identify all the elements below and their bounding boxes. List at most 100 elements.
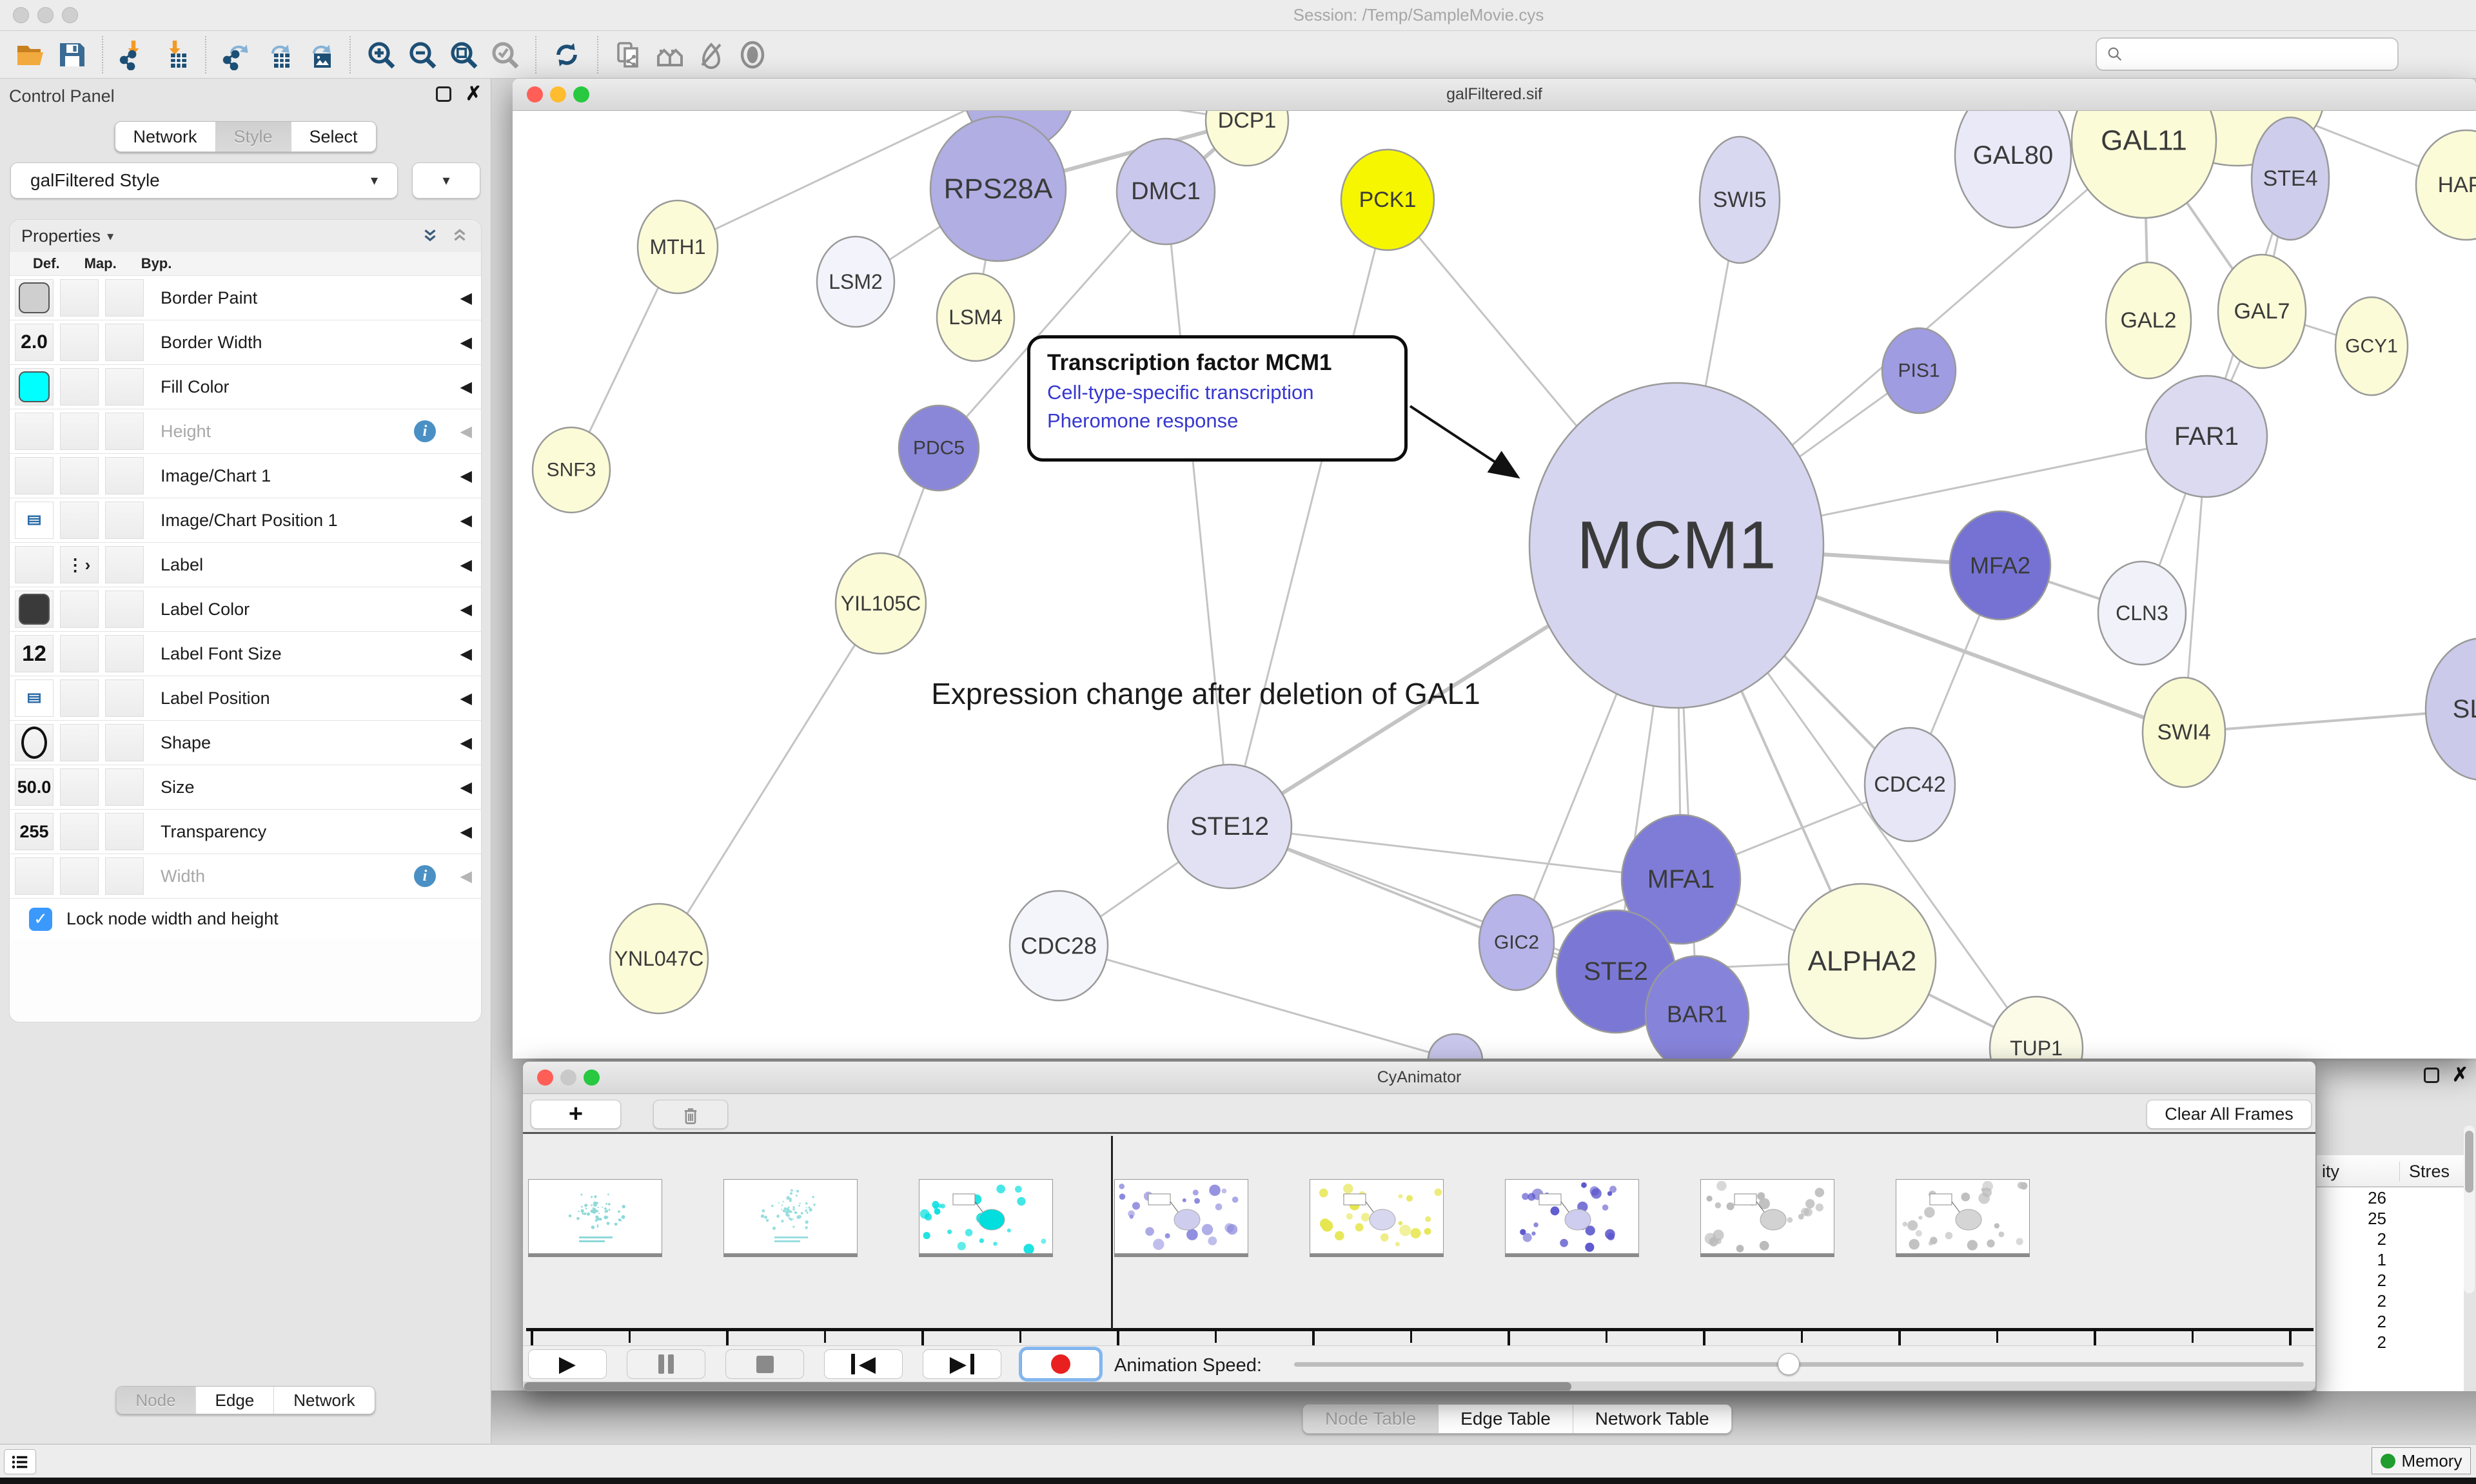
export-network-button[interactable] bbox=[219, 37, 254, 72]
float-panel-icon[interactable] bbox=[2424, 1068, 2439, 1083]
property-row-border-width[interactable]: 2.0Border Width◀ bbox=[10, 320, 481, 364]
zoom-in-button[interactable] bbox=[364, 37, 398, 72]
record-button[interactable] bbox=[1021, 1349, 1100, 1379]
panel-tab-network[interactable]: Network bbox=[274, 1387, 374, 1414]
slider-handle[interactable] bbox=[1778, 1353, 1800, 1375]
results-column-ity[interactable]: ity bbox=[2317, 1162, 2399, 1182]
expand-row-icon[interactable]: ◀ bbox=[460, 734, 472, 752]
network-node-gcy1[interactable]: GCY1 bbox=[2335, 297, 2408, 395]
network-node-lsm2[interactable]: LSM2 bbox=[817, 237, 894, 327]
default-swatch[interactable] bbox=[19, 594, 50, 625]
results-row[interactable]: 2 bbox=[2317, 1311, 2464, 1332]
hide-details-button[interactable] bbox=[694, 37, 729, 72]
ellipse-shape-icon[interactable] bbox=[21, 727, 47, 759]
export-image-button[interactable] bbox=[302, 37, 337, 72]
frame-thumbnail-3[interactable] bbox=[1114, 1179, 1248, 1254]
clear-all-frames-button[interactable]: Clear All Frames bbox=[2147, 1100, 2312, 1129]
cyanimator-timeline[interactable]: 0123456789 Seconds bbox=[523, 1136, 2315, 1345]
close-panel-icon[interactable]: ✗ bbox=[466, 86, 482, 102]
info-icon[interactable]: i bbox=[414, 865, 436, 887]
network-node-mth1[interactable]: MTH1 bbox=[638, 200, 718, 293]
add-frame-button[interactable]: + bbox=[531, 1100, 621, 1129]
network-node-gal7[interactable]: GAL7 bbox=[2218, 255, 2306, 368]
discrete-mapping-icon[interactable]: ⋮› bbox=[67, 555, 92, 575]
timeline-hscrollbar[interactable] bbox=[523, 1381, 2315, 1391]
style-options-button[interactable]: ▾ bbox=[412, 162, 480, 199]
network-node-rps28a[interactable]: RPS28A bbox=[930, 117, 1066, 261]
style-selector-dropdown[interactable]: galFiltered Style ▾ bbox=[10, 162, 398, 199]
expand-row-icon[interactable]: ◀ bbox=[460, 511, 472, 530]
network-node-yil105c[interactable]: YIL105C bbox=[836, 553, 926, 654]
memory-button[interactable]: Memory bbox=[2372, 1447, 2471, 1474]
property-row-image-chart-position-1[interactable]: Image/Chart Position 1◀ bbox=[10, 498, 481, 542]
cyanimator-titlebar[interactable]: CyAnimator bbox=[523, 1062, 2315, 1094]
delete-frame-button[interactable] bbox=[653, 1100, 728, 1129]
annotation-link-2[interactable]: Pheromone response bbox=[1047, 409, 1388, 433]
search-input[interactable] bbox=[2130, 44, 2388, 64]
network-node-mcm1[interactable]: MCM1 bbox=[1529, 383, 1823, 708]
property-row-label-position[interactable]: Label Position◀ bbox=[10, 676, 481, 720]
show-details-button[interactable] bbox=[735, 37, 770, 72]
minimize-traffic-light[interactable] bbox=[37, 7, 54, 23]
network-node-cdc28[interactable]: CDC28 bbox=[1010, 891, 1108, 1001]
close-traffic-light[interactable] bbox=[13, 7, 29, 23]
results-row[interactable]: 2 bbox=[2317, 1270, 2464, 1291]
network-node-cdc42[interactable]: CDC42 bbox=[1865, 728, 1955, 841]
results-row[interactable]: 2 bbox=[2317, 1332, 2464, 1352]
network-node-mfa2[interactable]: MFA2 bbox=[1950, 511, 2050, 620]
network-window-titlebar[interactable]: galFiltered.sif bbox=[513, 79, 2476, 111]
property-row-height[interactable]: Heighti◀ bbox=[10, 409, 481, 453]
play-button[interactable]: ▶ bbox=[528, 1349, 607, 1379]
frame-thumbnail-7[interactable] bbox=[1896, 1179, 2030, 1254]
network-overview-button[interactable] bbox=[653, 37, 687, 72]
property-row-shape[interactable]: Shape◀ bbox=[10, 720, 481, 765]
expand-row-icon[interactable]: ◀ bbox=[460, 600, 472, 619]
expand-all-icon[interactable] bbox=[420, 226, 440, 246]
results-scrollbar[interactable] bbox=[2464, 1126, 2475, 1293]
lock-size-checkbox[interactable]: ✓ bbox=[29, 908, 52, 931]
tab-network-table[interactable]: Network Table bbox=[1573, 1405, 1731, 1433]
property-row-transparency[interactable]: 255Transparency◀ bbox=[10, 809, 481, 854]
expand-row-icon[interactable]: ◀ bbox=[460, 823, 472, 841]
timeline-playhead[interactable] bbox=[1111, 1136, 1113, 1329]
tab-style[interactable]: Style bbox=[215, 122, 291, 151]
refresh-button[interactable] bbox=[549, 37, 584, 72]
panel-tab-edge[interactable]: Edge bbox=[196, 1387, 275, 1414]
position-icon[interactable] bbox=[25, 511, 44, 530]
position-icon[interactable] bbox=[25, 688, 44, 708]
frame-thumbnail-2[interactable] bbox=[919, 1179, 1053, 1254]
results-row[interactable]: 25 bbox=[2317, 1208, 2464, 1229]
frame-thumbnail-0[interactable] bbox=[528, 1179, 662, 1254]
tab-edge-table[interactable]: Edge Table bbox=[1439, 1405, 1573, 1433]
network-node-hap2[interactable]: HAP2 bbox=[2416, 130, 2476, 240]
results-column-stress[interactable]: Stres bbox=[2399, 1162, 2464, 1182]
zoom-fit-button[interactable] bbox=[446, 37, 481, 72]
network-node-swi5[interactable]: SWI5 bbox=[1700, 137, 1780, 263]
network-node-cln3[interactable]: CLN3 bbox=[2098, 561, 2186, 665]
zoom-selected-button[interactable] bbox=[487, 37, 522, 72]
import-network-button[interactable] bbox=[116, 37, 151, 72]
default-swatch[interactable] bbox=[19, 282, 50, 313]
property-row-fill-color[interactable]: Fill Color◀ bbox=[10, 364, 481, 409]
properties-header[interactable]: Properties ▾ bbox=[10, 220, 481, 252]
expand-row-icon[interactable]: ◀ bbox=[460, 378, 472, 396]
results-row[interactable]: 1 bbox=[2317, 1249, 2464, 1270]
frame-thumbnail-4[interactable] bbox=[1310, 1179, 1444, 1254]
annotation-link-1[interactable]: Cell-type-specific transcription bbox=[1047, 381, 1388, 404]
task-history-button[interactable] bbox=[4, 1449, 36, 1474]
open-session-button[interactable] bbox=[13, 37, 48, 72]
expand-row-icon[interactable]: ◀ bbox=[460, 689, 472, 708]
network-node-far1[interactable]: FAR1 bbox=[2146, 376, 2267, 497]
network-canvas[interactable]: DCP1RPS28ADMC1PCK1MTH1LSM2LSM4SWI5GAL80G… bbox=[513, 111, 2476, 1059]
network-node-gal80[interactable]: GAL80 bbox=[1955, 111, 2071, 228]
default-value[interactable]: 255 bbox=[19, 822, 48, 842]
network-node-dcp1[interactable]: DCP1 bbox=[1206, 111, 1288, 166]
network-node-ste12[interactable]: STE12 bbox=[1168, 765, 1292, 888]
expand-row-icon[interactable]: ◀ bbox=[460, 778, 472, 797]
zoom-out-button[interactable] bbox=[405, 37, 440, 72]
skip-to-start-button[interactable]: ◀ bbox=[824, 1349, 903, 1379]
expand-row-icon[interactable]: ◀ bbox=[460, 289, 472, 308]
network-node-lsm4[interactable]: LSM4 bbox=[937, 273, 1014, 361]
network-node-nodecut[interactable] bbox=[1428, 1034, 1482, 1059]
skip-to-end-button[interactable]: ▶ bbox=[923, 1349, 1001, 1379]
